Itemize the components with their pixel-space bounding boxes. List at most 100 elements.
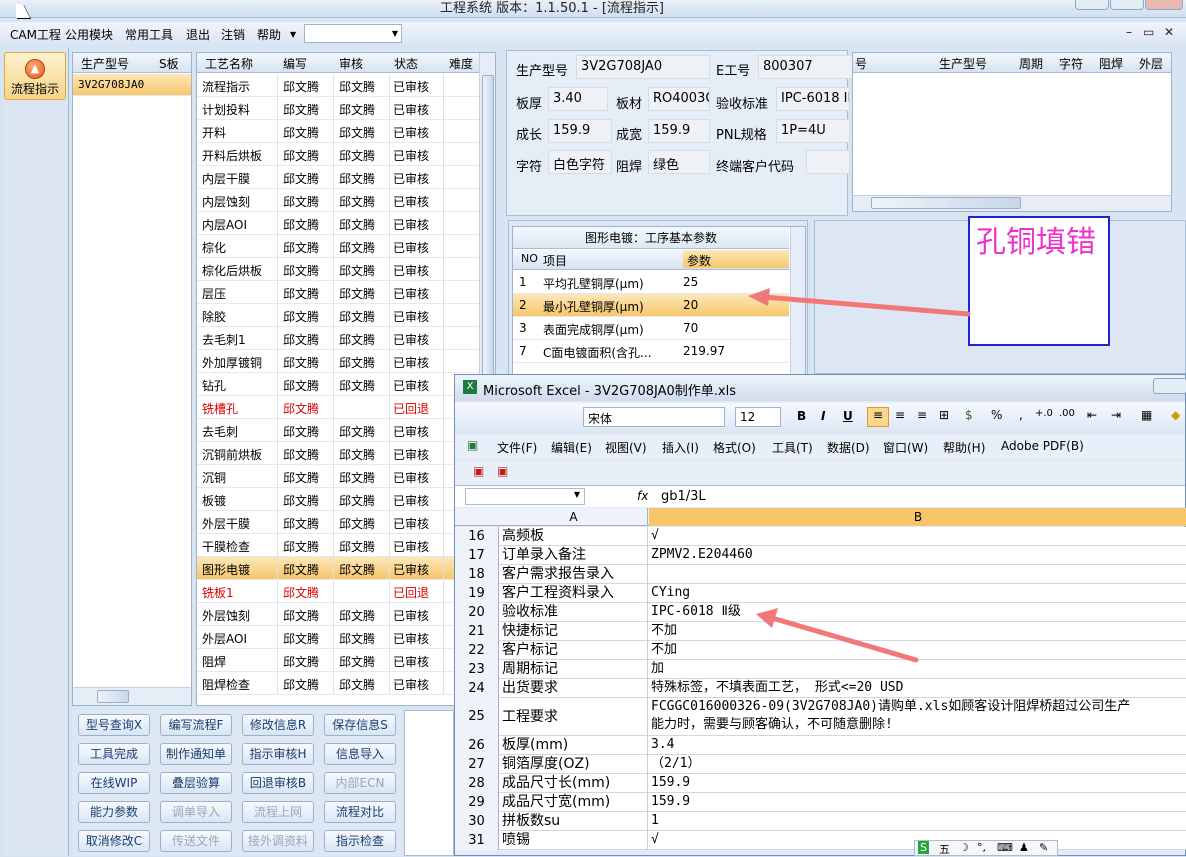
increase-indent-icon[interactable]: ⇥ [1111, 408, 1121, 422]
bold-icon[interactable]: B [797, 409, 806, 423]
flow-instruction-button[interactable]: ▲ 流程指示 [4, 52, 66, 100]
excel-menu-help[interactable]: 帮助(H) [943, 439, 985, 456]
row-number[interactable]: 30 [455, 812, 499, 831]
product-col-model[interactable]: 生产型号 [81, 55, 129, 72]
row-number[interactable]: 27 [455, 755, 499, 774]
side-col-outer[interactable]: 外层 [1139, 55, 1163, 72]
row-number[interactable]: 20 [455, 603, 499, 622]
punct-icon[interactable]: °, [977, 841, 986, 854]
pdf-mail-icon[interactable]: ▣ [497, 464, 508, 478]
action-button[interactable]: 流程上网 [242, 801, 314, 823]
align-left-icon[interactable]: ≡ [867, 407, 889, 427]
mask-field[interactable]: 绿色 [648, 150, 710, 174]
italic-icon[interactable]: I [821, 409, 825, 423]
scroll-thumb[interactable] [97, 690, 129, 703]
param-col-value[interactable]: 参数 [683, 250, 789, 268]
process-row[interactable]: 棕化后烘板 邱文腾 邱文腾 已审核 [197, 258, 479, 281]
currency-icon[interactable]: $ [965, 408, 973, 422]
mdi-restore-icon[interactable]: ▭ [1143, 25, 1154, 39]
excel-doc-icon[interactable]: ▣ [467, 438, 478, 452]
row-number[interactable]: 18 [455, 565, 499, 584]
pdf-create-icon[interactable]: ▣ [473, 464, 484, 478]
row-number[interactable]: 17 [455, 546, 499, 565]
comma-icon[interactable]: , [1019, 408, 1023, 422]
process-row[interactable]: 板镀 邱文腾 邱文腾 已审核 [197, 488, 479, 511]
cell-a[interactable]: 喷锡 [500, 831, 648, 850]
process-row[interactable]: 内层干膜 邱文腾 邱文腾 已审核 [197, 166, 479, 189]
excel-menu-edit[interactable]: 编辑(E) [551, 439, 592, 456]
customer-field[interactable] [806, 150, 850, 174]
cell-a[interactable]: 工程要求 [500, 698, 648, 736]
width-field[interactable]: 159.9 [648, 119, 710, 143]
increase-decimal-icon[interactable]: +.0 [1035, 408, 1053, 419]
action-button[interactable]: 指示检查 [324, 830, 396, 852]
action-button[interactable]: 型号查询X [78, 714, 150, 736]
row-number[interactable]: 28 [455, 774, 499, 793]
col-reviewer[interactable]: 审核 [339, 55, 363, 72]
product-row[interactable]: 3V2G708JA0 [73, 74, 191, 96]
align-center-icon[interactable]: ≡ [895, 408, 905, 422]
column-a-header[interactable]: A [500, 508, 648, 526]
cell-b[interactable]: 3.4 [649, 736, 1186, 755]
decrease-indent-icon[interactable]: ⇤ [1087, 408, 1097, 422]
cell-b[interactable]: 特殊标签，不填表面工艺， 形式<=20 USD [649, 679, 1186, 698]
action-button[interactable]: 能力参数 [78, 801, 150, 823]
sogou-icon[interactable]: S [918, 841, 929, 854]
keyboard-icon[interactable]: ⌨ [997, 841, 1013, 854]
maximize-button[interactable] [1110, 0, 1144, 10]
scroll-thumb[interactable] [482, 75, 494, 395]
menu-logout[interactable]: 注销 [221, 26, 245, 43]
action-button[interactable]: 在线WIP [78, 772, 150, 794]
row-number[interactable]: 22 [455, 641, 499, 660]
cell-b[interactable]: （2/1） [649, 755, 1186, 774]
process-row[interactable]: 阻焊 邱文腾 邱文腾 已审核 [197, 649, 479, 672]
standard-field[interactable]: IPC-6018 II [776, 87, 850, 111]
param-row[interactable]: 7 C面电镀面积(含孔... 219.97 [513, 340, 789, 363]
process-row[interactable]: 外层干膜 邱文腾 邱文腾 已审核 [197, 511, 479, 534]
user-icon[interactable]: ♟ [1019, 841, 1029, 854]
menu-common-module[interactable]: 公用模块 [65, 26, 113, 43]
action-button[interactable]: 叠层验算 [160, 772, 232, 794]
thickness-field[interactable]: 3.40 [548, 87, 608, 111]
minimize-button[interactable] [1075, 0, 1109, 10]
action-button[interactable]: 编写流程F [160, 714, 232, 736]
cell-b[interactable]: √ [649, 527, 1186, 546]
process-row[interactable]: 外层蚀刻 邱文腾 邱文腾 已审核 [197, 603, 479, 626]
action-button[interactable]: 传送文件 [160, 830, 232, 852]
row-number[interactable]: 26 [455, 736, 499, 755]
row-number[interactable]: 31 [455, 831, 499, 850]
cell-b[interactable] [649, 565, 1186, 584]
col-difficulty[interactable]: 难度 [449, 55, 473, 72]
cell-b[interactable]: 1 [649, 812, 1186, 831]
moon-icon[interactable]: ☽ [959, 841, 969, 854]
help-dropdown-icon[interactable]: ▼ [290, 30, 296, 39]
excel-menu-view[interactable]: 视图(V) [605, 439, 647, 456]
action-button[interactable]: 修改信息R [242, 714, 314, 736]
process-row[interactable]: 内层AOI 邱文腾 邱文腾 已审核 [197, 212, 479, 235]
menu-common-tools[interactable]: 常用工具 [125, 26, 173, 43]
action-button[interactable]: 指示审核H [242, 743, 314, 765]
action-button[interactable]: 制作通知单 [160, 743, 232, 765]
ime-toolbar[interactable]: S 五 ☽ °, ⌨ ♟ ✎ [914, 840, 1058, 856]
excel-menu-tools[interactable]: 工具(T) [772, 439, 813, 456]
cell-b[interactable]: 159.9 [649, 774, 1186, 793]
cell-a[interactable]: 板厚(mm) [500, 736, 648, 755]
excel-menu-insert[interactable]: 插入(I) [662, 439, 699, 456]
side-col-mask[interactable]: 阻焊 [1099, 55, 1123, 72]
scroll-thumb[interactable] [871, 197, 1021, 209]
side-col-char[interactable]: 字符 [1059, 55, 1083, 72]
excel-menu-data[interactable]: 数据(D) [827, 439, 870, 456]
menu-exit[interactable]: 退出 [186, 26, 210, 43]
process-row[interactable]: 内层蚀刻 邱文腾 邱文腾 已审核 [197, 189, 479, 212]
action-button[interactable]: 内部ECN [324, 772, 396, 794]
cell-a[interactable]: 客户需求报告录入 [500, 565, 648, 584]
cell-a[interactable]: 成品尺寸长(mm) [500, 774, 648, 793]
cell-a[interactable]: 订单录入备注 [500, 546, 648, 565]
ime-mode-icon[interactable]: 五 [939, 841, 950, 857]
action-button[interactable]: 取消修改C [78, 830, 150, 852]
decrease-decimal-icon[interactable]: .00 [1059, 408, 1075, 419]
col-process-name[interactable]: 工艺名称 [205, 55, 253, 72]
process-row[interactable]: 图形电镀 邱文腾 邱文腾 已审核 [197, 557, 479, 580]
process-row[interactable]: 干膜检查 邱文腾 邱文腾 已审核 [197, 534, 479, 557]
process-row[interactable]: 开料后烘板 邱文腾 邱文腾 已审核 [197, 143, 479, 166]
